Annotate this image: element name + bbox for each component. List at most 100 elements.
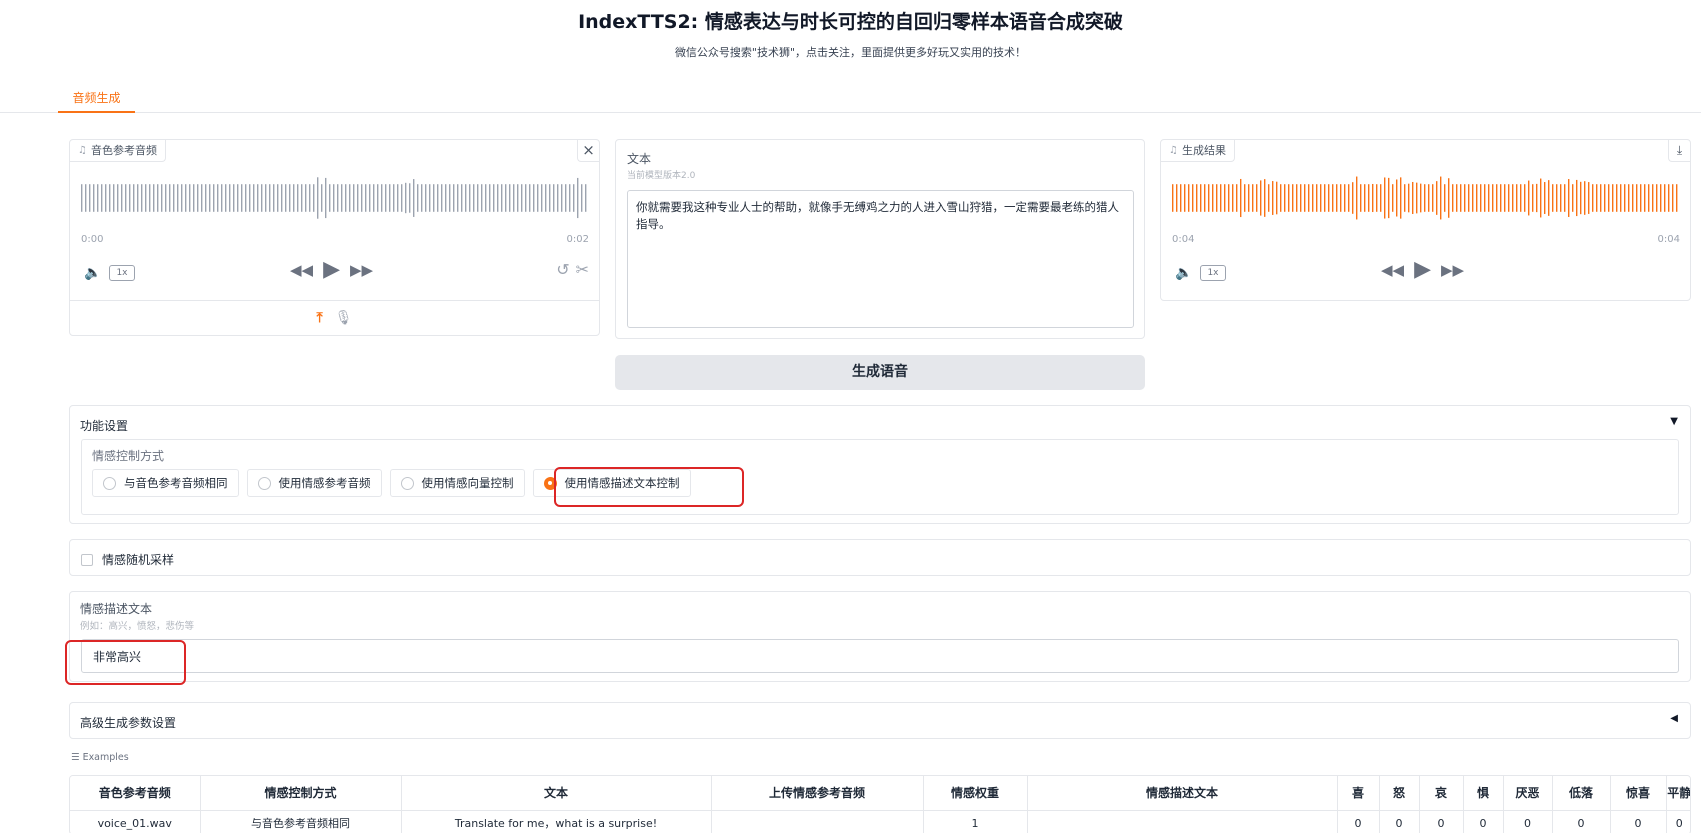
result-transport: ◀◀ ▶ ▶▶ bbox=[1381, 257, 1464, 282]
expand-caret-icon[interactable]: ◀ bbox=[1670, 713, 1678, 724]
waveform-bar bbox=[421, 184, 423, 212]
table-row[interactable]: voice_01.wav 与音色参考音频相同 Translate for me，… bbox=[70, 810, 1690, 833]
ref-transport: ◀◀ ▶ ▶▶ bbox=[290, 257, 373, 282]
radio-circle-icon bbox=[103, 476, 116, 490]
waveform-bar bbox=[205, 184, 207, 212]
playback-speed-button[interactable]: 1x bbox=[109, 265, 135, 281]
waveform-bar bbox=[397, 184, 399, 212]
waveform-bar bbox=[353, 184, 355, 212]
waveform-bar bbox=[281, 184, 283, 212]
waveform-bar bbox=[1204, 184, 1206, 212]
column-header: 哀 bbox=[1419, 776, 1464, 811]
ref-audio-waveform[interactable] bbox=[80, 173, 589, 223]
waveform-bar bbox=[1264, 179, 1266, 217]
radio-option-emotion-vector[interactable]: 使用情感向量控制 bbox=[389, 469, 525, 497]
waveform-bar bbox=[1600, 184, 1602, 212]
waveform-bar bbox=[473, 184, 475, 212]
waveform-bar bbox=[1656, 184, 1658, 212]
upload-icon[interactable]: ⤒ bbox=[317, 310, 323, 326]
waveform-bar bbox=[185, 184, 187, 212]
waveform-bar bbox=[1276, 181, 1278, 215]
waveform-bar bbox=[1580, 181, 1582, 215]
skip-back-icon[interactable]: ◀◀ bbox=[290, 261, 313, 279]
radio-option-same-as-voice[interactable]: 与音色参考音频相同 bbox=[92, 469, 239, 497]
random-sampling-checkbox[interactable] bbox=[81, 553, 93, 566]
random-sampling-checkbox-row[interactable]: 情感随机采样 bbox=[81, 551, 174, 568]
waveform-bar bbox=[1368, 184, 1370, 212]
waveform-bar bbox=[1468, 184, 1470, 212]
waveform-bar bbox=[1488, 184, 1490, 212]
waveform-bar bbox=[1544, 182, 1546, 214]
microphone-icon[interactable]: 🎙 bbox=[335, 310, 353, 326]
play-icon[interactable]: ▶ bbox=[1414, 257, 1431, 282]
waveform-bar bbox=[505, 184, 507, 212]
waveform-bar bbox=[97, 184, 99, 212]
waveform-bar bbox=[269, 184, 271, 212]
clear-audio-button[interactable]: × bbox=[577, 140, 599, 162]
waveform-bar bbox=[1268, 184, 1270, 212]
waveform-bar bbox=[189, 184, 191, 212]
playback-speed-button[interactable]: 1x bbox=[1200, 265, 1226, 281]
emotion-control-label: 情感控制方式 bbox=[92, 449, 165, 463]
waveform-bar bbox=[369, 184, 371, 212]
waveform-bar bbox=[169, 184, 171, 212]
waveform-bar bbox=[1336, 184, 1338, 212]
play-icon[interactable]: ▶ bbox=[323, 257, 340, 282]
waveform-bar bbox=[1200, 184, 1202, 212]
table-cell: 0 bbox=[1419, 810, 1464, 833]
advanced-settings-title[interactable]: 高级生成参数设置 bbox=[80, 714, 176, 731]
waveform-bar bbox=[177, 184, 179, 212]
waveform-bar bbox=[1172, 184, 1174, 212]
undo-icon[interactable]: ↺ bbox=[556, 260, 569, 279]
waveform-bar bbox=[1324, 184, 1326, 212]
waveform-bar bbox=[105, 184, 107, 212]
waveform-bar bbox=[1492, 184, 1494, 212]
waveform-bar bbox=[289, 184, 291, 212]
waveform-bar bbox=[1632, 184, 1634, 212]
result-audio-waveform[interactable] bbox=[1171, 173, 1680, 223]
waveform-bar bbox=[1532, 184, 1534, 212]
waveform-bar bbox=[569, 184, 571, 212]
waveform-bar bbox=[1668, 184, 1670, 212]
waveform-bar bbox=[1676, 184, 1678, 212]
waveform-bar bbox=[1472, 184, 1474, 212]
generate-speech-button[interactable]: 生成语音 bbox=[615, 355, 1145, 390]
column-header: 低落 bbox=[1552, 776, 1611, 811]
volume-icon[interactable]: 🔈 bbox=[1175, 265, 1192, 281]
waveform-bar bbox=[1568, 179, 1570, 217]
waveform-bar bbox=[1388, 177, 1390, 219]
table-cell bbox=[1027, 810, 1338, 833]
waveform-bar bbox=[381, 184, 383, 212]
waveform-bar bbox=[417, 184, 419, 212]
scissors-icon[interactable]: ✂ bbox=[576, 260, 589, 279]
waveform-bar bbox=[1236, 184, 1238, 212]
waveform-bar bbox=[1280, 184, 1282, 212]
skip-back-icon[interactable]: ◀◀ bbox=[1381, 261, 1404, 279]
waveform-bar bbox=[445, 184, 447, 212]
function-settings-title[interactable]: 功能设置 bbox=[80, 417, 128, 434]
tab-audio-generation[interactable]: 音频生成 bbox=[58, 86, 135, 113]
radio-option-emotion-audio[interactable]: 使用情感参考音频 bbox=[246, 469, 382, 497]
waveform-bar bbox=[197, 184, 199, 212]
waveform-bar bbox=[1548, 180, 1550, 216]
music-note-icon: ♫ bbox=[78, 145, 87, 156]
examples-label-text: Examples bbox=[82, 752, 129, 763]
waveform-bar bbox=[1320, 184, 1322, 212]
waveform-bar bbox=[437, 184, 439, 212]
waveform-bar bbox=[393, 184, 395, 212]
waveform-bar bbox=[1612, 184, 1614, 212]
emotion-text-input[interactable] bbox=[81, 639, 1679, 673]
text-input[interactable]: 你就需要我这种专业人士的帮助，就像手无缚鸡之力的人进入雪山狩猎，一定需要最老练的… bbox=[627, 190, 1134, 328]
skip-forward-icon[interactable]: ▶▶ bbox=[1441, 261, 1464, 279]
download-button[interactable]: ⤓ bbox=[1668, 140, 1690, 162]
waveform-bar bbox=[221, 184, 223, 212]
skip-forward-icon[interactable]: ▶▶ bbox=[350, 261, 373, 279]
waveform-bar bbox=[1252, 184, 1254, 212]
collapse-caret-icon[interactable]: ▼ bbox=[1670, 416, 1678, 427]
waveform-bar bbox=[217, 184, 219, 212]
close-icon: × bbox=[582, 141, 595, 159]
volume-icon[interactable]: 🔈 bbox=[84, 265, 101, 281]
waveform-bar bbox=[213, 184, 215, 212]
waveform-bar bbox=[409, 183, 411, 213]
waveform-bar bbox=[1660, 184, 1662, 212]
